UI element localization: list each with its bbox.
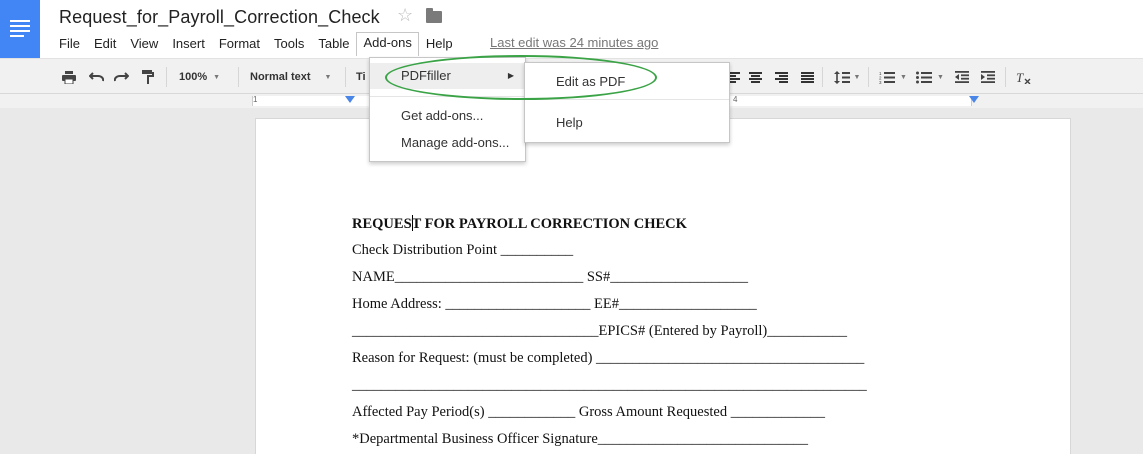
- menu-file[interactable]: File: [52, 33, 87, 55]
- menu-view[interactable]: View: [123, 33, 165, 55]
- decrease-indent-icon[interactable]: [953, 67, 971, 87]
- increase-indent-icon[interactable]: [979, 67, 997, 87]
- menu-item-get-addons[interactable]: Get add-ons...: [370, 103, 525, 129]
- ruler-number: 1: [253, 95, 258, 104]
- document-line: Home Address: ____________________ EE#__…: [352, 296, 757, 312]
- menu-help[interactable]: Help: [419, 33, 460, 55]
- heading-text-end: T FOR PAYROLL CORRECTION CHECK: [411, 216, 687, 232]
- menu-divider: [370, 96, 525, 97]
- menu-item-help[interactable]: Help: [525, 110, 729, 136]
- line-spacing-icon[interactable]: ▼: [832, 67, 862, 87]
- menu-divider: [525, 99, 729, 100]
- font-select[interactable]: Ti: [356, 67, 370, 87]
- document-line: Affected Pay Period(s) ____________ Gros…: [352, 404, 825, 420]
- folder-icon[interactable]: [426, 8, 442, 23]
- menu-addons[interactable]: Add-ons: [356, 32, 419, 56]
- heading-text-start: REQUES: [352, 216, 412, 232]
- document-title[interactable]: Request_for_Payroll_Correction_Check: [59, 7, 380, 28]
- document-line: Reason for Request: (must be completed) …: [352, 350, 865, 366]
- document-line: *Departmental Business Officer Signature…: [352, 431, 809, 447]
- style-select[interactable]: Normal text ▼: [250, 67, 336, 87]
- right-indent-marker[interactable]: [969, 96, 979, 103]
- style-value: Normal text: [250, 71, 311, 83]
- clear-formatting-icon[interactable]: T: [1014, 67, 1032, 87]
- align-center-icon[interactable]: [746, 67, 764, 87]
- pdffiller-submenu: Edit as PDF Help: [524, 62, 730, 143]
- app-header: Request_for_Payroll_Correction_Check ☆ F…: [0, 0, 1143, 58]
- paint-format-icon[interactable]: [139, 67, 157, 87]
- menu-item-pdffiller[interactable]: PDFfiller ▶: [370, 63, 525, 89]
- document-line: __________________________________EPICS#…: [352, 323, 847, 339]
- bulleted-list-icon[interactable]: ▼: [913, 67, 947, 87]
- print-icon[interactable]: [60, 67, 78, 87]
- align-right-icon[interactable]: [772, 67, 790, 87]
- svg-text:3: 3: [879, 80, 882, 84]
- numbered-list-icon[interactable]: 1 2 3 ▼: [876, 67, 910, 87]
- star-icon[interactable]: ☆: [397, 5, 413, 26]
- zoom-value: 100%: [179, 71, 208, 83]
- document-line: NAME__________________________ SS#______…: [352, 269, 748, 285]
- docs-logo-icon[interactable]: [0, 0, 40, 58]
- menubar: File Edit View Insert Format Tools Table…: [52, 32, 460, 56]
- chevron-down-icon: ▼: [324, 73, 332, 81]
- ruler-number: 4: [733, 95, 738, 104]
- menu-item-edit-as-pdf[interactable]: Edit as PDF: [525, 69, 729, 95]
- justify-icon[interactable]: [798, 67, 816, 87]
- last-edit-link[interactable]: Last edit was 24 minutes ago: [490, 35, 658, 50]
- chevron-down-icon: ▼: [213, 73, 221, 81]
- document-page[interactable]: REQUEST FOR PAYROLL CORRECTION CHECK Che…: [255, 118, 1071, 454]
- document-line: Check Distribution Point __________: [352, 242, 574, 258]
- zoom-select[interactable]: 100% ▼: [179, 67, 231, 87]
- redo-icon[interactable]: [112, 67, 130, 87]
- addons-menu: PDFfiller ▶ Get add-ons... Manage add-on…: [369, 57, 526, 162]
- undo-icon[interactable]: [87, 67, 105, 87]
- document-heading: REQUEST FOR PAYROLL CORRECTION CHECK: [352, 215, 687, 233]
- menu-insert[interactable]: Insert: [165, 33, 212, 55]
- document-line: ________________________________________…: [352, 377, 867, 393]
- menu-item-manage-addons[interactable]: Manage add-ons...: [370, 130, 525, 156]
- menu-tools[interactable]: Tools: [267, 33, 311, 55]
- menu-edit[interactable]: Edit: [87, 33, 123, 55]
- menu-item-label: PDFfiller: [401, 68, 451, 83]
- submenu-arrow-icon: ▶: [507, 71, 514, 80]
- menu-format[interactable]: Format: [212, 33, 267, 55]
- left-indent-marker[interactable]: [345, 96, 355, 103]
- menu-table[interactable]: Table: [311, 33, 356, 55]
- svg-text:T: T: [1016, 71, 1024, 84]
